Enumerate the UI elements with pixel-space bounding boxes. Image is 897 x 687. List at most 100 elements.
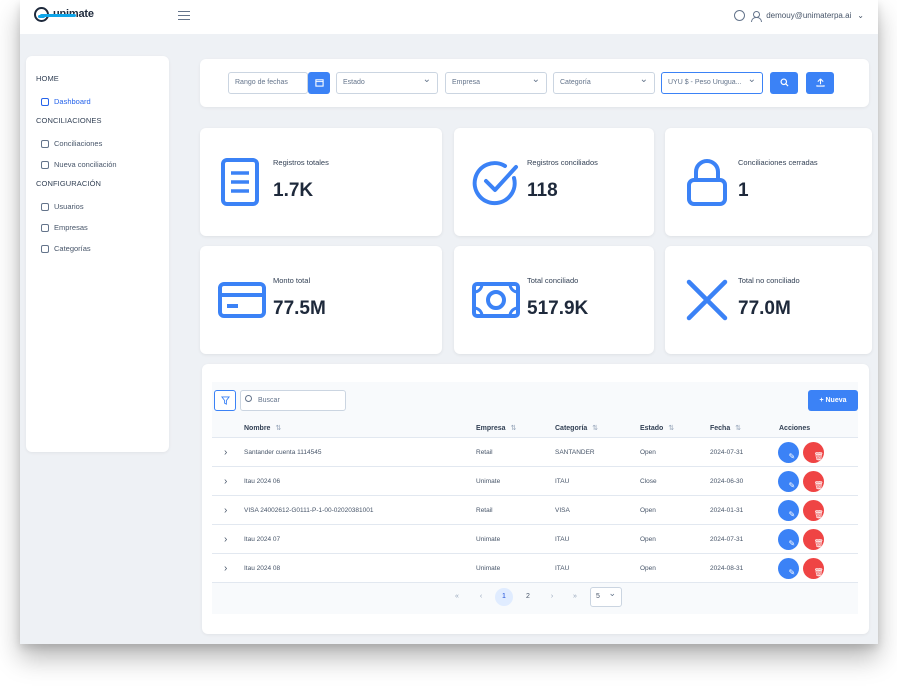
sidebar-item-label: Empresas (54, 223, 88, 232)
expand-chevron-icon[interactable]: › (224, 525, 227, 554)
trash-icon: 🗑 (813, 568, 824, 577)
estado-select[interactable]: Estado (336, 70, 438, 94)
document-icon (221, 158, 259, 206)
theme-toggle-icon[interactable] (734, 10, 746, 21)
delete-button[interactable]: 🗑 (803, 529, 824, 550)
expand-chevron-icon[interactable]: › (224, 554, 227, 583)
edit-button[interactable]: ✎ (778, 471, 799, 492)
edit-button[interactable]: ✎ (778, 442, 799, 463)
cell-empresa: Retail (476, 507, 493, 514)
expand-chevron-icon[interactable]: › (224, 438, 227, 467)
cell-fecha: 2024-06-30 (710, 478, 744, 485)
cell-estado: Close (640, 478, 657, 485)
currency-select[interactable]: UYU $ - Peso Urugua... (661, 70, 763, 94)
cell-estado: Open (640, 536, 656, 543)
building-icon (41, 223, 49, 232)
check-circle-icon (472, 161, 518, 206)
new-conciliacion-button[interactable]: + Nueva (808, 390, 858, 411)
cell-nombre: Santander cuenta 1114545 (244, 449, 322, 456)
column-header-empresa[interactable]: Empresa ⇅ (476, 419, 516, 438)
stat-card-registros-totales: Registros totales 1.7K (200, 128, 442, 236)
sidebar-item-empresas[interactable]: Empresas (26, 217, 169, 238)
stat-value: 1 (738, 180, 749, 201)
sidebar-item-label: Categorías (54, 244, 91, 253)
categoria-select[interactable]: Categoría (553, 70, 655, 94)
chevron-down-icon[interactable]: ⌄ (857, 11, 864, 20)
tag-icon (41, 244, 49, 253)
app-window: unimate demouy@unimaterpa.ai ⌄ HOME Dash… (20, 0, 878, 644)
cell-fecha: 2024-07-31 (710, 449, 744, 456)
cell-categoria: ITAU (555, 536, 570, 543)
sidebar-item-conciliaciones[interactable]: Conciliaciones (26, 133, 169, 154)
menu-toggle-icon[interactable] (178, 11, 190, 20)
sidebar-item-usuarios[interactable]: Usuarios (26, 196, 169, 217)
delete-button[interactable]: 🗑 (803, 558, 824, 579)
search-input[interactable]: Buscar (240, 390, 346, 411)
sidebar-item-dashboard[interactable]: Dashboard (26, 91, 169, 112)
date-range-input[interactable]: Rango de fechas (228, 72, 308, 94)
x-icon (686, 279, 728, 321)
sidebar-item-label: Conciliaciones (54, 139, 103, 148)
credit-card-icon (218, 282, 266, 318)
file-icon (41, 160, 49, 169)
stat-value: 517.9K (527, 298, 589, 319)
stat-label: Registros conciliados (527, 158, 598, 167)
column-header-estado[interactable]: Estado ⇅ (640, 419, 674, 438)
cell-empresa: Unimate (476, 536, 501, 543)
copy-icon (41, 139, 49, 148)
cell-nombre: Itau 2024 06 (244, 478, 281, 485)
column-header-acciones: Acciones (779, 425, 811, 432)
table-row[interactable]: › Santander cuenta 1114545 Retail SANTAN… (212, 438, 858, 467)
cell-empresa: Retail (476, 449, 493, 456)
table-row[interactable]: › Itau 2024 08 Unimate ITAU Open 2024-08… (212, 554, 858, 583)
cell-fecha: 2024-07-31 (710, 536, 744, 543)
edit-button[interactable]: ✎ (778, 529, 799, 550)
cell-nombre: Itau 2024 08 (244, 565, 281, 572)
edit-button[interactable]: ✎ (778, 558, 799, 579)
stat-label: Registros totales (273, 158, 329, 167)
calendar-button[interactable] (308, 72, 330, 94)
cell-fecha: 2024-01-31 (710, 507, 744, 514)
last-page-button[interactable]: » (566, 588, 584, 606)
top-bar: unimate demouy@unimaterpa.ai ⌄ (20, 0, 878, 34)
cell-categoria: ITAU (555, 565, 570, 572)
money-icon (472, 282, 520, 318)
sidebar-item-nueva-conciliacion[interactable]: Nueva conciliación (26, 154, 169, 175)
column-header-nombre[interactable]: Nombre ⇅ (244, 419, 281, 438)
page-button-1[interactable]: 1 (495, 588, 513, 606)
cell-estado: Open (640, 565, 656, 572)
delete-button[interactable]: 🗑 (803, 471, 824, 492)
stat-value: 77.0M (738, 298, 791, 319)
stat-label: Total no conciliado (738, 276, 800, 285)
page-size-select[interactable]: 5 (590, 584, 622, 607)
user-icon (751, 10, 763, 22)
sidebar-item-label: Nueva conciliación (54, 160, 117, 169)
stat-value: 1.7K (273, 180, 314, 201)
cell-nombre: Itau 2024 07 (244, 536, 281, 543)
upload-button[interactable] (806, 72, 834, 94)
sort-icon: ⇅ (668, 425, 675, 432)
table-row[interactable]: › Itau 2024 06 Unimate ITAU Close 2024-0… (212, 467, 858, 496)
user-email[interactable]: demouy@unimaterpa.ai (766, 11, 851, 20)
sidebar-item-categorias[interactable]: Categorías (26, 238, 169, 259)
table-row[interactable]: › VISA 24002612-G0111-P-1-00-02020381001… (212, 496, 858, 525)
lock-icon (687, 159, 727, 206)
prev-page-button[interactable]: ‹ (472, 588, 490, 606)
column-header-categoria[interactable]: Categoría ⇅ (555, 419, 598, 438)
table-row[interactable]: › Itau 2024 07 Unimate ITAU Open 2024-07… (212, 525, 858, 554)
page-button-2[interactable]: 2 (519, 588, 537, 606)
expand-chevron-icon[interactable]: › (224, 467, 227, 496)
search-button[interactable] (770, 72, 798, 94)
table-header: Nombre ⇅ Empresa ⇅ Categoría ⇅ Estado ⇅ Fech… (212, 419, 858, 438)
delete-button[interactable]: 🗑 (803, 500, 824, 521)
delete-button[interactable]: 🗑 (803, 442, 824, 463)
search-icon (779, 78, 789, 87)
expand-chevron-icon[interactable]: › (224, 496, 227, 525)
cell-empresa: Unimate (476, 565, 501, 572)
first-page-button[interactable]: « (448, 588, 466, 606)
filter-button[interactable] (214, 390, 236, 411)
next-page-button[interactable]: › (543, 588, 561, 606)
empresa-select[interactable]: Empresa (445, 70, 547, 94)
edit-button[interactable]: ✎ (778, 500, 799, 521)
column-header-fecha[interactable]: Fecha ⇅ (710, 419, 741, 438)
